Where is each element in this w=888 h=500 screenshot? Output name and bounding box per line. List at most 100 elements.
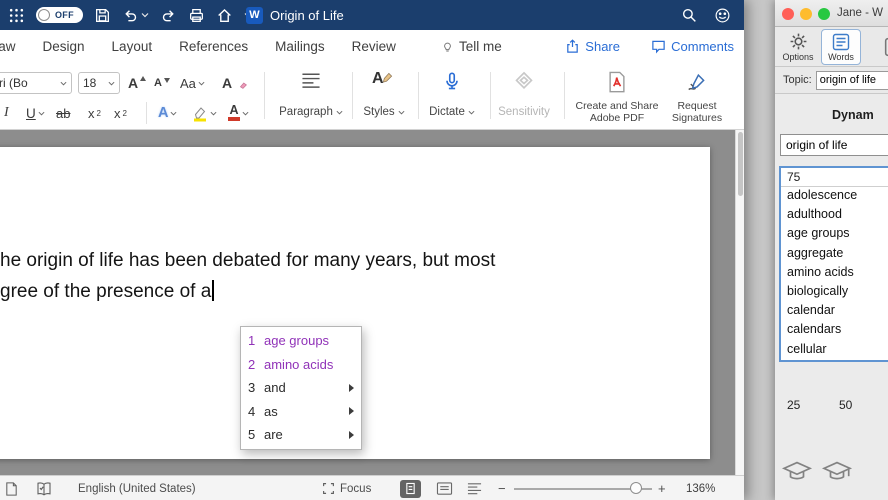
toolbar-button-partial[interactable] bbox=[879, 29, 888, 65]
word-list-item[interactable]: aggregate bbox=[781, 245, 888, 264]
home-icon[interactable] bbox=[216, 7, 233, 24]
superscript-button[interactable]: x2 bbox=[114, 102, 127, 124]
tab-mailings[interactable]: Mailings bbox=[275, 39, 325, 54]
zoom-level[interactable]: 136% bbox=[686, 476, 715, 500]
word-list-item[interactable]: calendars bbox=[781, 321, 888, 340]
zoom-in-button[interactable]: + bbox=[658, 476, 666, 500]
prediction-item-5[interactable]: 5 are bbox=[241, 423, 361, 447]
paragraph-menu[interactable]: Paragraph bbox=[276, 106, 346, 118]
tab-draw[interactable]: Draw bbox=[0, 39, 16, 54]
styles-icon[interactable]: A bbox=[372, 70, 393, 88]
scrollbar-thumb[interactable] bbox=[737, 132, 743, 196]
grow-font-button[interactable]: A bbox=[128, 72, 147, 94]
prediction-item-4[interactable]: 4 as bbox=[241, 400, 361, 424]
proofing-book-icon[interactable] bbox=[36, 481, 52, 497]
word-list-item[interactable]: age groups bbox=[781, 225, 888, 244]
vertical-scrollbar[interactable] bbox=[735, 130, 744, 475]
chevron-down-icon bbox=[336, 110, 343, 115]
subscript-button[interactable]: x2 bbox=[88, 102, 101, 124]
undo-icon[interactable] bbox=[122, 7, 139, 24]
submenu-arrow-icon bbox=[349, 430, 354, 439]
topic-input[interactable] bbox=[815, 70, 888, 90]
app-grid-icon[interactable] bbox=[8, 7, 25, 24]
autosave-knob bbox=[38, 9, 50, 21]
word-list-item[interactable]: biologically bbox=[781, 283, 888, 302]
word-list-item[interactable]: cellular bbox=[781, 341, 888, 360]
document-text-line-1[interactable]: he origin of life has been debated for m… bbox=[0, 250, 495, 272]
word-list-item[interactable]: calendar bbox=[781, 302, 888, 321]
underline-button[interactable]: U bbox=[26, 102, 45, 124]
font-name-combo[interactable]: ri (Bo bbox=[0, 72, 72, 94]
italic-button[interactable]: I bbox=[4, 102, 9, 124]
focus-icon bbox=[323, 483, 334, 494]
font-color-button[interactable]: A bbox=[228, 102, 249, 124]
tab-references[interactable]: References bbox=[179, 39, 248, 54]
prediction-item-2[interactable]: 2 amino acids bbox=[241, 353, 361, 377]
options-button[interactable]: Options bbox=[779, 29, 817, 65]
prediction-item-1[interactable]: 1 age groups bbox=[241, 329, 361, 353]
print-icon[interactable] bbox=[188, 7, 205, 24]
comment-icon bbox=[652, 40, 665, 54]
font-color-swatch bbox=[228, 117, 240, 121]
comments-button[interactable]: Comments bbox=[651, 30, 734, 62]
words-button[interactable]: Words bbox=[821, 29, 861, 65]
close-traffic-light[interactable] bbox=[782, 7, 794, 20]
web-layout-icon bbox=[436, 481, 453, 495]
tab-review[interactable]: Review bbox=[352, 39, 396, 54]
topic-search-input[interactable] bbox=[780, 134, 888, 156]
prediction-item-3[interactable]: 3 and bbox=[241, 376, 361, 400]
zoom-out-button[interactable]: − bbox=[498, 476, 506, 500]
dictate-mic-icon[interactable] bbox=[442, 70, 462, 94]
prediction-word: are bbox=[264, 427, 283, 443]
strikethrough-button[interactable]: ab bbox=[56, 102, 70, 124]
topic-label: Topic: bbox=[783, 74, 812, 86]
chevron-down-icon bbox=[198, 81, 205, 86]
clear-formatting-button[interactable]: A bbox=[222, 72, 248, 94]
comments-label: Comments bbox=[671, 38, 734, 54]
draft-view-button[interactable] bbox=[466, 481, 483, 499]
share-button[interactable]: Share bbox=[565, 30, 620, 62]
zoom-slider-knob[interactable] bbox=[630, 482, 642, 494]
page-status-icon[interactable] bbox=[4, 481, 19, 497]
zoom-traffic-light[interactable] bbox=[818, 7, 830, 20]
adobe-pdf-icon[interactable] bbox=[606, 70, 628, 94]
word-titlebar: OFF W Origin of Life bbox=[0, 0, 744, 30]
text-effects-button[interactable]: A bbox=[158, 102, 177, 124]
word-list-item[interactable]: amino acids bbox=[781, 264, 888, 283]
language-status[interactable]: English (United States) bbox=[78, 476, 196, 500]
word-list-item[interactable]: adolescence bbox=[781, 187, 888, 206]
level-cap-icon-1[interactable] bbox=[780, 458, 814, 484]
request-signatures-icon[interactable] bbox=[686, 70, 708, 94]
save-icon[interactable] bbox=[94, 7, 111, 24]
web-layout-view-button[interactable] bbox=[436, 481, 453, 499]
word-prediction-panel-window: Jane - W Options Words Topic: origin of … bbox=[775, 0, 888, 500]
paragraph-icon[interactable] bbox=[300, 70, 322, 92]
redo-icon[interactable] bbox=[160, 7, 177, 24]
tab-design[interactable]: Design bbox=[43, 39, 85, 54]
search-icon[interactable] bbox=[681, 7, 698, 24]
autosave-toggle[interactable]: OFF bbox=[36, 7, 83, 23]
print-layout-view-button[interactable] bbox=[400, 479, 421, 498]
dictate-menu[interactable]: Dictate bbox=[424, 106, 480, 118]
feedback-smiley-icon[interactable] bbox=[714, 7, 731, 24]
level-cap-icon-2[interactable] bbox=[820, 458, 854, 484]
tell-me-label: Tell me bbox=[458, 38, 502, 54]
word-listbox[interactable]: 75 adolescence adulthood age groups aggr… bbox=[779, 166, 888, 362]
tell-me-button[interactable]: Tell me bbox=[441, 39, 502, 54]
shrink-font-button[interactable]: A bbox=[154, 72, 170, 94]
change-case-button[interactable]: Aa bbox=[180, 72, 205, 94]
undo-dropdown-icon[interactable] bbox=[141, 12, 149, 18]
tab-layout[interactable]: Layout bbox=[112, 39, 153, 54]
word-list-item[interactable]: adulthood bbox=[781, 206, 888, 225]
share-icon bbox=[567, 38, 579, 53]
document-text-line-2[interactable]: gree of the presence of a bbox=[0, 280, 214, 303]
request-signatures-button[interactable]: Request Signatures bbox=[652, 100, 742, 124]
font-size-combo[interactable]: 18 bbox=[78, 72, 120, 94]
prediction-word: and bbox=[264, 380, 286, 396]
highlight-color-button[interactable] bbox=[192, 102, 217, 124]
styles-menu[interactable]: Styles bbox=[358, 106, 410, 118]
focus-toggle[interactable]: Focus bbox=[322, 476, 371, 500]
minimize-traffic-light[interactable] bbox=[800, 7, 812, 20]
gear-icon bbox=[790, 33, 806, 50]
autosave-label: OFF bbox=[55, 10, 74, 20]
